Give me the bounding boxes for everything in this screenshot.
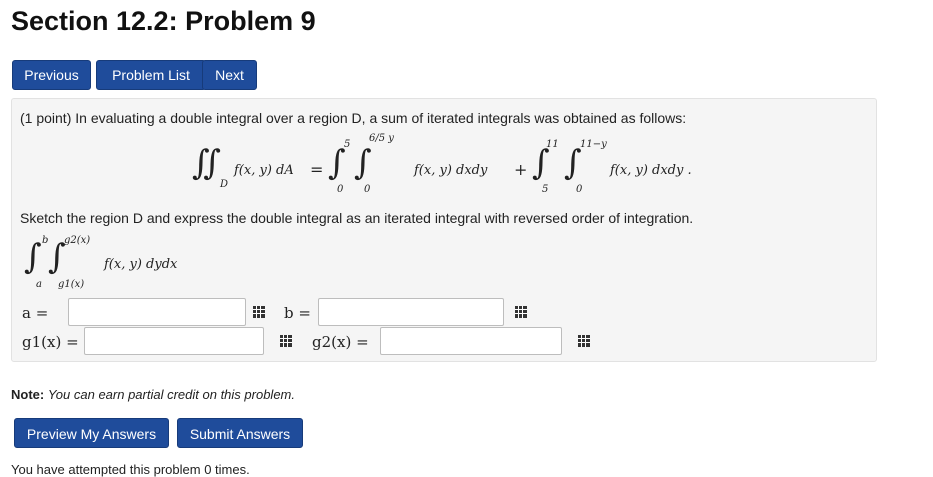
submit-answers-button[interactable]: Submit Answers bbox=[177, 418, 303, 448]
term1-integrand: f(x, y) dxdy bbox=[414, 163, 488, 178]
integral-symbol: ∫ bbox=[24, 237, 42, 277]
previous-button[interactable]: Previous bbox=[12, 60, 91, 90]
note-text: You can earn partial credit on this prob… bbox=[47, 387, 295, 402]
outer-lower-limit: a bbox=[36, 279, 42, 290]
inner-upper-limit: g2(x) bbox=[64, 235, 91, 246]
g1-label: g1(x) = bbox=[22, 333, 79, 351]
equals-sign: = bbox=[310, 160, 324, 179]
term2-integrand: f(x, y) dxdy . bbox=[610, 163, 692, 178]
a-input[interactable] bbox=[68, 298, 246, 326]
equation-editor-icon[interactable] bbox=[515, 306, 527, 318]
term2-outer-lower: 5 bbox=[542, 184, 549, 195]
plus-sign: + bbox=[514, 160, 528, 179]
problem-box: (1 point) In evaluating a double integra… bbox=[11, 98, 877, 362]
equation-editor-icon[interactable] bbox=[280, 335, 292, 347]
g2-label: g2(x) = bbox=[312, 333, 369, 351]
b-label: b = bbox=[284, 304, 311, 322]
next-button[interactable]: Next bbox=[202, 60, 257, 90]
term2-inner-lower: 0 bbox=[576, 184, 583, 195]
g2-input[interactable] bbox=[380, 327, 562, 355]
attempts-text: You have attempted this problem 0 times. bbox=[11, 462, 250, 477]
double-integral-symbol: ∬ bbox=[192, 143, 221, 183]
term2-outer-upper: 11 bbox=[546, 139, 559, 150]
reversed-order-integral-template: ∫ b a ∫ g2(x) g1(x) f(x, y) dydx bbox=[24, 235, 224, 297]
partial-credit-note: Note: You can earn partial credit on thi… bbox=[11, 386, 295, 404]
a-label: a = bbox=[22, 304, 49, 322]
preview-answers-button[interactable]: Preview My Answers bbox=[14, 418, 169, 448]
b-input[interactable] bbox=[318, 298, 504, 326]
term1-outer-upper: 5 bbox=[344, 139, 351, 150]
problem-instruction: Sketch the region D and express the doub… bbox=[20, 210, 694, 226]
equation-editor-icon[interactable] bbox=[253, 306, 265, 318]
integral-symbol: ∫ bbox=[354, 143, 372, 183]
given-double-integral: ∬ D f(x, y) dA = ∫ 5 0 ∫ 6/5 y 0 f(x, y)… bbox=[192, 133, 712, 197]
equation-editor-icon[interactable] bbox=[578, 335, 590, 347]
template-integrand: f(x, y) dydx bbox=[104, 257, 178, 272]
term1-inner-upper: 6/5 y bbox=[369, 133, 394, 144]
problem-intro: (1 point) In evaluating a double integra… bbox=[20, 110, 687, 126]
problem-list-button[interactable]: Problem List bbox=[96, 60, 206, 90]
page-title: Section 12.2: Problem 9 bbox=[11, 6, 316, 36]
term1-outer-lower: 0 bbox=[337, 184, 344, 195]
lhs-integrand: f(x, y) dA bbox=[234, 163, 294, 178]
g1-input[interactable] bbox=[84, 327, 264, 355]
term2-inner-upper: 11−y bbox=[580, 139, 607, 150]
inner-lower-limit: g1(x) bbox=[58, 279, 85, 290]
note-label: Note: bbox=[11, 387, 45, 402]
region-subscript: D bbox=[220, 179, 229, 190]
term1-inner-lower: 0 bbox=[364, 184, 371, 195]
